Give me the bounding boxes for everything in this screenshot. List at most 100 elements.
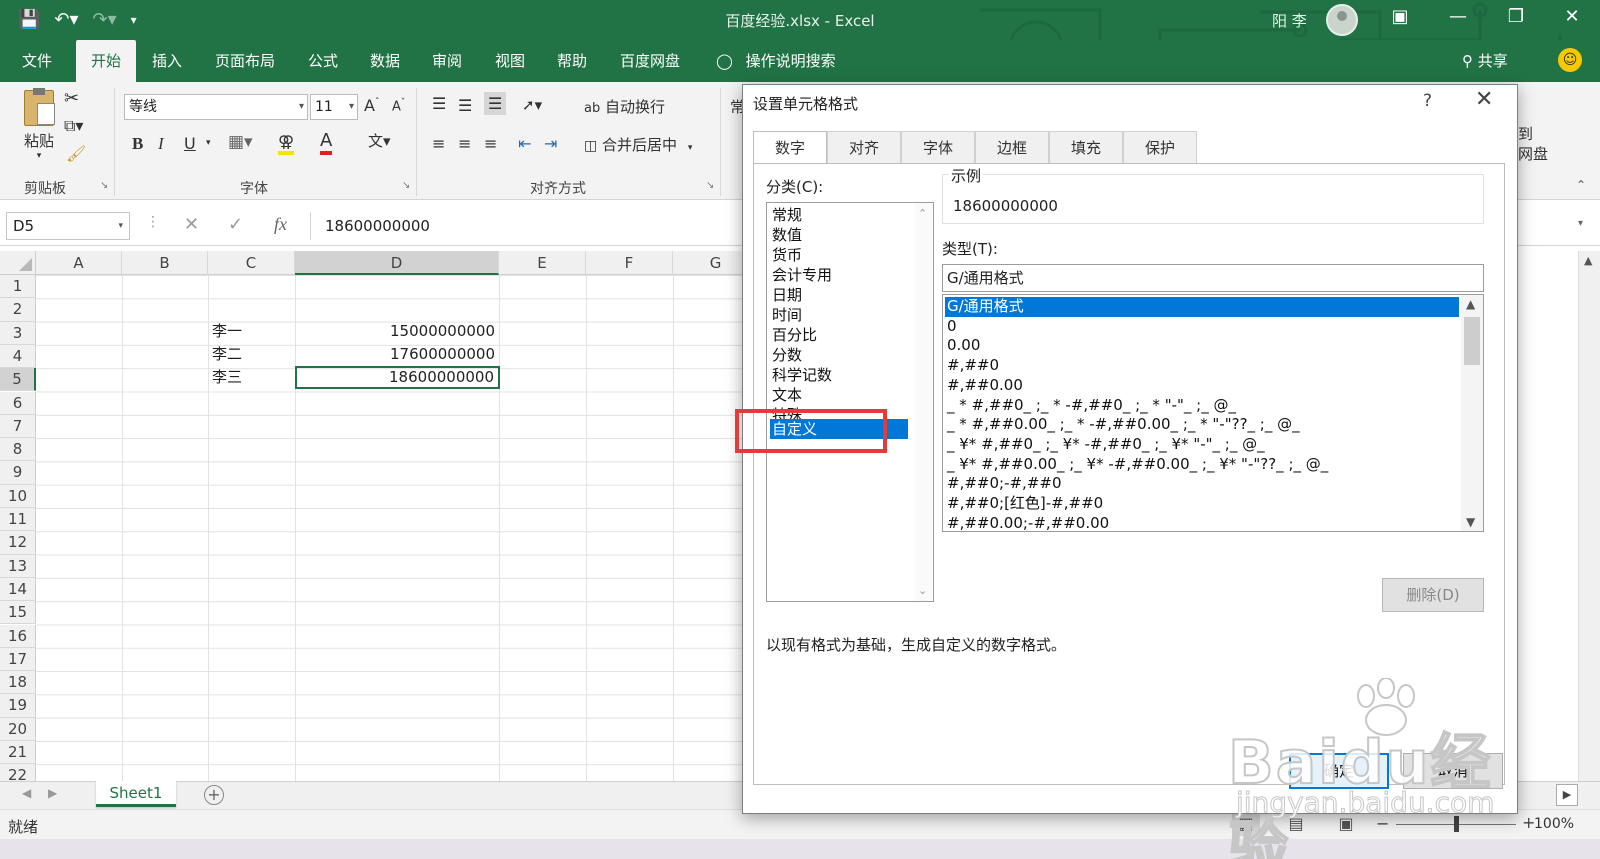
category-item[interactable]: 科学记数 [770,365,908,385]
tab-home[interactable]: 开始 [76,40,136,82]
zoom-slider[interactable] [1396,816,1516,832]
category-scrollbar[interactable]: ⌃ ⌄ [915,203,933,601]
type-item[interactable]: #,##0;[红色]-#,##0 [945,494,1459,514]
type-item[interactable]: _ ¥* #,##0.00_ ;_ ¥* -#,##0.00_ ;_ ¥* "-… [945,455,1459,475]
alignment-launcher-icon[interactable]: ↘ [706,180,714,191]
tab-data[interactable]: 数据 [358,40,412,82]
scroll-up-icon[interactable]: ⌃ [918,207,927,220]
tab-review[interactable]: 审阅 [420,40,474,82]
tab-border[interactable]: 边框 [975,131,1049,163]
type-item[interactable]: _ * #,##0.00_ ;_ * -#,##0.00_ ;_ * "-"??… [945,415,1459,435]
expand-formula-icon[interactable]: ▾ [1578,218,1583,229]
type-item[interactable]: _ * #,##0_ ;_ * -#,##0_ ;_ * "-"_ ;_ @_ [945,396,1459,416]
scroll-thumb[interactable] [1464,317,1480,365]
tab-alignment[interactable]: 对齐 [827,131,901,163]
name-box-dropdown-icon[interactable]: ▾ [118,213,123,239]
type-item[interactable]: 0 [945,317,1459,337]
dialog-close-icon[interactable]: ✕ [1475,87,1493,112]
row-header[interactable]: 18 [0,671,36,695]
cell-c5[interactable]: 李三 [212,366,292,389]
column-header-f[interactable]: F [586,251,673,275]
align-bottom-icon[interactable]: ☰ [484,92,507,115]
underline-dropdown-icon[interactable]: ▾ [206,138,211,148]
align-center-icon[interactable]: ≡ [458,134,471,153]
tab-page-layout[interactable]: 页面布局 [203,40,287,82]
row-header[interactable]: 8 [0,438,36,462]
increase-font-icon[interactable]: Aˆ [364,96,379,115]
tell-me-search[interactable]: ◯ 操作说明搜索 [716,50,836,71]
type-list-scrollbar[interactable]: ▲ ▼ [1461,295,1483,531]
type-item-selected[interactable]: G/通用格式 [945,297,1459,317]
add-sheet-button[interactable]: + [204,785,224,805]
tab-file[interactable]: 文件 [10,40,64,82]
underline-button[interactable]: U [184,134,196,153]
cell-d4[interactable]: 17600000000 [295,343,499,366]
borders-icon[interactable]: ▦▾ [228,132,253,152]
tab-insert[interactable]: 插入 [140,40,194,82]
cell-d5-active[interactable]: 18600000000 [295,366,500,389]
category-item[interactable]: 数值 [770,225,908,245]
delete-button[interactable]: 删除(D) [1382,578,1484,612]
category-item[interactable]: 会计专用 [770,265,908,285]
category-list[interactable]: 常规 数值 货币 会计专用 日期 时间 百分比 分数 科学记数 文本 特殊 自定… [766,202,934,602]
scroll-down-icon[interactable]: ▼ [1466,515,1475,529]
scroll-up-icon[interactable]: ▲ [1466,297,1475,311]
sheet-next-icon[interactable]: ▶ [48,786,57,800]
column-header-a[interactable]: A [36,251,122,275]
feedback-smile-icon[interactable]: ☺ [1558,48,1582,72]
column-header-d[interactable]: D [295,251,499,275]
sheet-prev-icon[interactable]: ◀ [22,786,31,800]
bold-button[interactable]: B [132,134,143,154]
tab-font[interactable]: 字体 [901,131,975,163]
zoom-level[interactable]: 100% [1534,816,1574,832]
column-header-c[interactable]: C [208,251,295,275]
row-header[interactable]: 19 [0,694,36,718]
tab-baidu-netdisk[interactable]: 百度网盘 [608,40,692,82]
paste-button[interactable]: 粘贴 ▾ [18,88,60,161]
type-item[interactable]: #,##0.00 [945,376,1459,396]
type-input[interactable]: G/通用格式 [942,264,1484,292]
cell-c4[interactable]: 李二 [212,343,292,366]
italic-button[interactable]: I [158,134,164,154]
dialog-launcher-icon[interactable]: ↘ [100,180,108,191]
row-header[interactable]: 1 [0,275,36,299]
type-item[interactable]: _ ¥* #,##0_ ;_ ¥* -#,##0_ ;_ ¥* "-"_ ;_ … [945,435,1459,455]
baidu-save-button[interactable]: 到 网盘 [1518,124,1548,164]
font-launcher-icon[interactable]: ↘ [402,180,410,191]
worksheet-grid[interactable]: 李一 15000000000 李二 17600000000 李三 1860000… [36,275,745,781]
align-right-icon[interactable]: ≡ [484,134,497,153]
ok-button[interactable]: 确定 [1289,753,1389,789]
category-item[interactable]: 时间 [770,305,908,325]
row-header[interactable]: 20 [0,717,36,741]
paste-dropdown-icon[interactable]: ▾ [18,151,60,161]
type-item[interactable]: 0.00 [945,336,1459,356]
cell-d3[interactable]: 15000000000 [295,320,499,343]
increase-indent-icon[interactable]: ⇥ [544,134,557,153]
share-button[interactable]: ⚲ 共享 [1462,50,1508,71]
row-header[interactable]: 2 [0,298,36,322]
row-header[interactable]: 4 [0,344,36,369]
font-color-icon[interactable]: A [320,130,333,155]
tab-formulas[interactable]: 公式 [296,40,350,82]
format-painter-icon[interactable]: 🖌 [66,144,86,163]
phonetic-icon[interactable]: 文▾ [368,130,391,151]
font-size-select[interactable]: 11 ▾ [310,94,358,120]
category-item[interactable]: 百分比 [770,325,908,345]
tab-fill[interactable]: 填充 [1049,131,1123,163]
avatar[interactable] [1326,4,1358,36]
row-header[interactable]: 15 [0,601,36,625]
fill-color-icon[interactable]: ⚢ [278,132,295,155]
row-header[interactable]: 6 [0,391,36,415]
user-name[interactable]: 阳 李 [1272,10,1307,31]
cell-c3[interactable]: 李一 [212,320,292,343]
restore-icon[interactable]: ❐ [1496,6,1536,27]
row-header[interactable]: 5 [0,368,36,392]
name-box[interactable]: D5 ▾ [6,212,130,240]
category-item[interactable]: 货币 [770,245,908,265]
row-header[interactable]: 17 [0,647,36,672]
category-item[interactable]: 分数 [770,345,908,365]
align-middle-icon[interactable]: ☰ [458,96,472,115]
type-item[interactable]: #,##0.00;-#,##0.00 [945,514,1459,531]
vertical-scrollbar[interactable]: ▲ [1578,251,1600,781]
column-header-b[interactable]: B [122,251,208,275]
